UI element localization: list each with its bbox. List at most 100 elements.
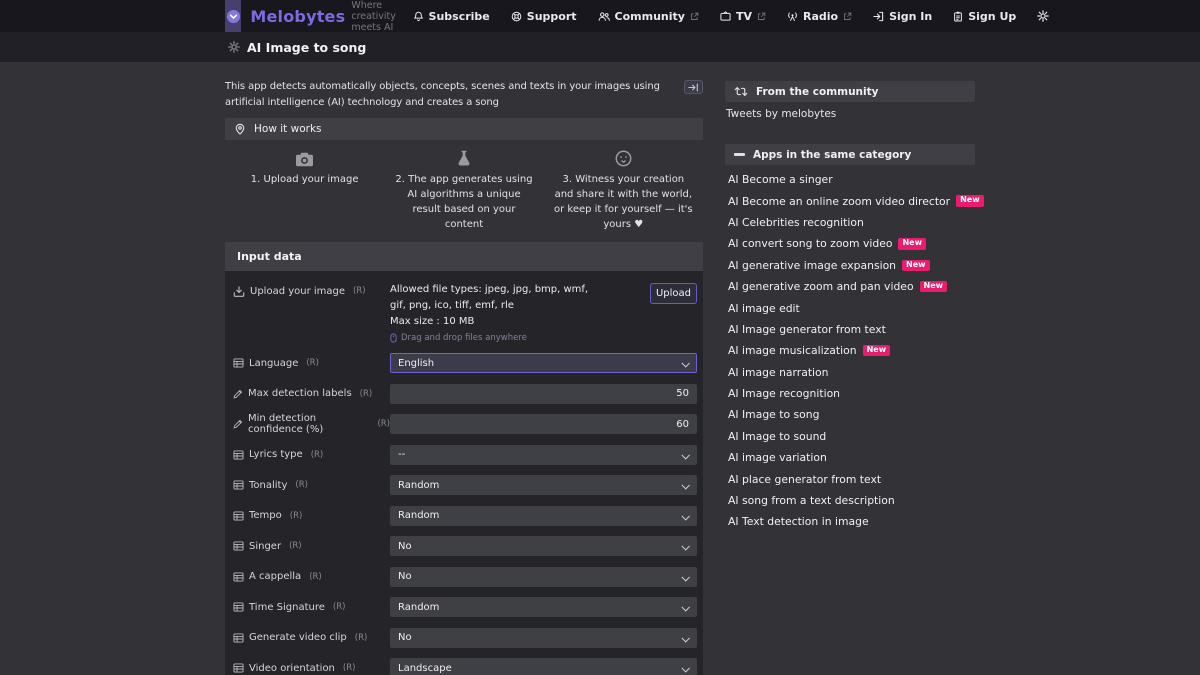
singer-select[interactable]: No [390,536,697,556]
top-header: Melobytes Where creativity meets AI Subs… [0,0,1200,32]
nav-sign-up[interactable]: Sign Up [953,10,1016,23]
app-gear-icon [228,41,240,53]
table-icon [233,663,244,673]
app-link[interactable]: AI Image to sound [728,426,975,447]
logo[interactable]: Melobytes Where creativity meets AI [225,0,413,33]
lifebuoy-icon [511,11,522,22]
nav-radio[interactable]: Radio [787,10,852,23]
app-link[interactable]: AI convert song to zoom videoNew [728,233,975,254]
logo-badge [225,0,241,32]
tempo-select[interactable]: Random [390,506,697,526]
language-select[interactable]: English [390,353,697,373]
nav-community[interactable]: Community [598,10,699,23]
app-link[interactable]: AI image edit [728,297,975,318]
upload-label: Upload your image (R) [233,279,390,342]
chevron-down-icon [681,481,689,489]
generate-video-clip-select[interactable]: No [390,628,697,648]
bell-icon [413,11,424,22]
input-data-header: Input data [225,242,703,271]
app-link[interactable]: AI Become a singer [728,169,975,190]
field-row-singer: Singer(R) No [225,531,703,562]
external-link-icon [843,12,852,21]
upload-button[interactable]: Upload [650,283,697,304]
app-link[interactable]: AI generative image expansionNew [728,255,975,276]
table-icon [233,541,244,551]
table-icon [233,602,244,612]
field-row-language: Language(R) English [225,348,703,379]
new-badge: New [863,345,891,356]
drag-drop-hint: Drag and drop files anywhere [390,333,650,343]
camera-icon [234,145,375,167]
upload-row: Upload your image (R) Allowed file types… [225,271,703,348]
check-circle-icon [226,9,241,24]
same-category-header[interactable]: Apps in the same category [725,144,975,165]
max-detection-labels-input[interactable] [390,384,697,404]
settings-gear-icon[interactable] [1037,10,1049,22]
tweets-link[interactable]: Tweets by melobytes [726,108,836,120]
step-1: 1. Upload your image [225,145,384,232]
nav-tv[interactable]: TV [720,10,766,23]
chevron-down-icon [681,603,689,611]
app-description: This app detects automatically objects, … [225,79,703,110]
app-link[interactable]: AI image variation [728,447,975,468]
pin-icon [234,123,246,136]
new-badge: New [920,281,948,292]
chevron-down-icon [681,664,689,672]
tv-icon [720,11,731,22]
field-row-min-detection-confidence: Min detection confidence (%)(R) [225,409,703,440]
arrow-to-bar-icon[interactable] [684,80,703,94]
app-link[interactable]: AI Celebrities recognition [728,212,975,233]
app-link[interactable]: AI Become an online zoom video directorN… [728,190,975,211]
retweet-icon [734,86,748,97]
chevron-down-icon [681,573,689,581]
users-icon [598,11,610,22]
nav-subscribe[interactable]: Subscribe [413,10,490,23]
brand-tagline: Where creativity meets AI [351,0,412,33]
step-2: 2. The app generates using AI algorithms… [384,145,543,232]
chevron-down-icon [681,512,689,520]
new-badge: New [898,238,926,249]
pencil-icon [233,419,243,429]
smiley-icon [553,145,694,167]
video-orientation-select[interactable]: Landscape [390,658,697,675]
app-link[interactable]: AI Image recognition [728,383,975,404]
new-badge: New [902,260,930,271]
upload-icon [233,286,245,297]
app-link[interactable]: AI Image to song [728,404,975,425]
chevron-down-icon [681,451,689,459]
app-link[interactable]: AI Image generator from text [728,319,975,340]
how-it-works-header[interactable]: How it works [225,118,703,140]
mouse-icon [390,333,397,343]
table-icon [233,358,244,368]
clipboard-icon [953,11,963,22]
nav-support[interactable]: Support [511,10,577,23]
upload-info: Allowed file types: jpeg, jpg, bmp, wmf,… [390,279,650,342]
time-signature-select[interactable]: Random [390,597,697,617]
pencil-icon [233,389,243,399]
field-row-time-signature: Time Signature(R) Random [225,592,703,623]
app-link[interactable]: AI Text detection in image [728,511,975,532]
broadcast-icon [787,11,798,22]
sign-in-icon [873,11,884,22]
app-link[interactable]: AI image narration [728,362,975,383]
app-link[interactable]: AI image musicalizationNew [728,340,975,361]
min-detection-confidence-input[interactable] [390,414,697,434]
chevron-down-icon [681,542,689,550]
tonality-select[interactable]: Random [390,475,697,495]
main-nav: Subscribe Support Community TV Radio Sig… [413,10,1050,23]
lyrics-type-select[interactable]: -- [390,445,697,465]
app-link[interactable]: AI generative zoom and pan videoNew [728,276,975,297]
field-row-generate-video-clip: Generate video clip(R) No [225,623,703,654]
brand-name: Melobytes [250,7,345,26]
table-icon [233,480,244,490]
category-app-list: AI Become a singer AI Become an online z… [728,169,975,533]
app-link[interactable]: AI place generator from text [728,468,975,489]
nav-sign-in[interactable]: Sign In [873,10,932,23]
page-title-bar: AI Image to song [0,32,1200,62]
flask-icon [393,145,534,167]
app-link[interactable]: AI song from a text description [728,490,975,511]
from-community-header[interactable]: From the community [725,81,975,102]
field-row-tonality: Tonality(R) Random [225,470,703,501]
chevron-down-icon [681,634,689,642]
a-cappella-select[interactable]: No [390,567,697,587]
